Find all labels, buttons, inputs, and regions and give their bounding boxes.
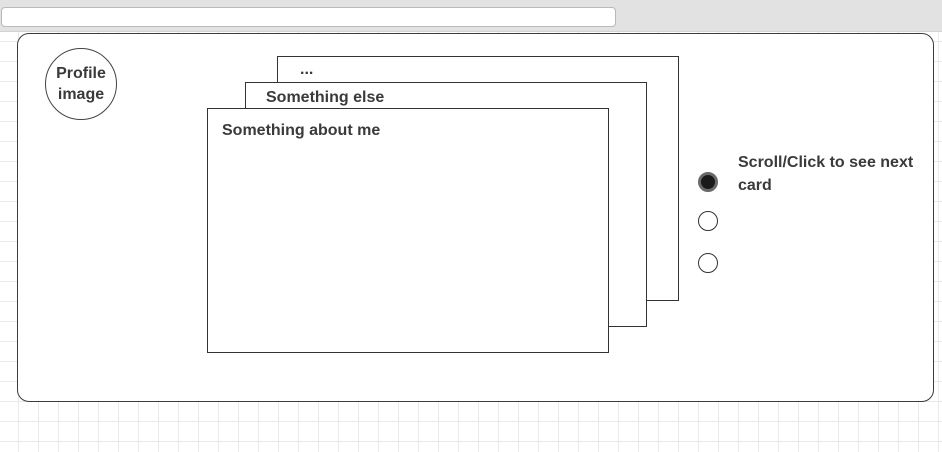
card-title: Something else <box>266 89 385 106</box>
scroll-hint: Scroll/Click to see next card <box>738 154 914 194</box>
card-front[interactable]: Something about me <box>207 108 609 353</box>
pager-dot-2[interactable] <box>698 211 718 231</box>
card-title: ... <box>300 61 314 78</box>
pager-dot-1[interactable] <box>698 172 718 192</box>
address-bar[interactable] <box>1 7 616 27</box>
pager-dot-3[interactable] <box>698 253 718 273</box>
profile-image-label: Profile image <box>56 65 106 103</box>
browser-toolbar <box>0 0 942 32</box>
profile-image: Profile image <box>45 48 117 120</box>
card-title: Something about me <box>222 122 381 139</box>
